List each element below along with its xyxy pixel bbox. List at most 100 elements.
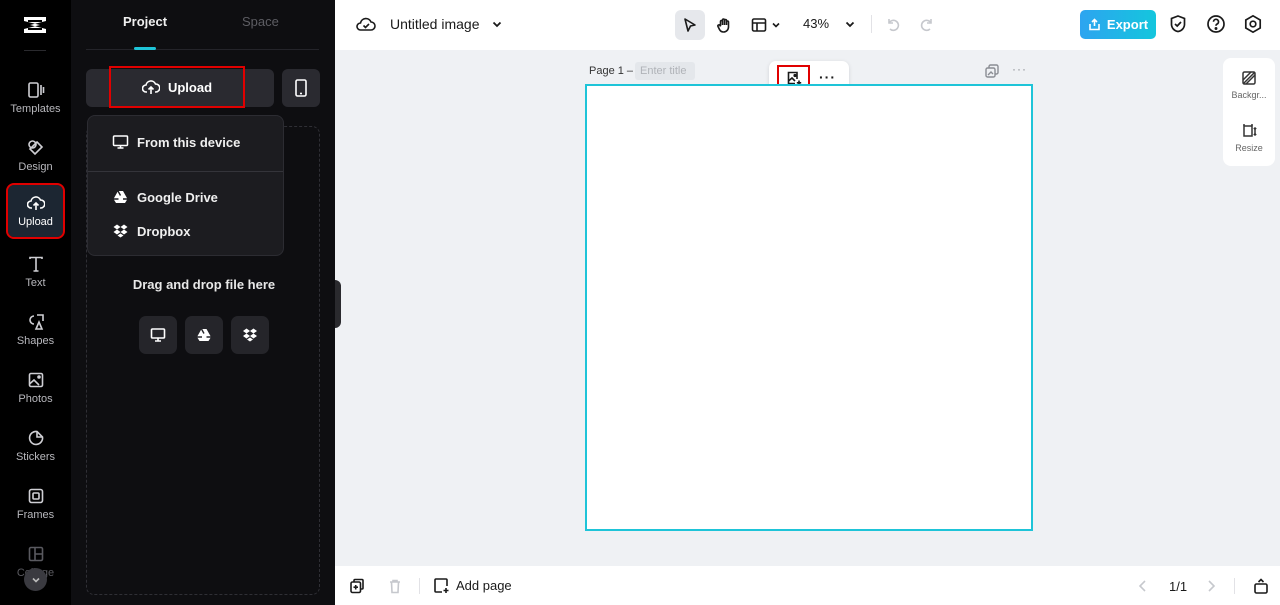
menu-item-google-drive[interactable]: Google Drive — [88, 180, 283, 214]
duplicate-page-icon[interactable] — [985, 64, 999, 78]
chevron-down-icon — [772, 22, 780, 28]
upload-from-mobile-button[interactable] — [282, 69, 320, 107]
zoom-level[interactable]: 43% — [803, 16, 829, 31]
rail-divider — [24, 50, 46, 51]
shapes-icon — [28, 314, 44, 330]
page-label: Page 1 – — [589, 65, 634, 77]
zoom-chevron-down-icon[interactable] — [844, 18, 856, 30]
delete-page-icon[interactable] — [387, 578, 403, 594]
chevron-down-icon — [31, 577, 40, 583]
rail-label: Photos — [18, 393, 53, 405]
collage-icon — [28, 546, 43, 562]
design-icon — [27, 140, 43, 156]
dropbox-source-button[interactable] — [231, 316, 269, 354]
page-more-options-button[interactable]: ··· — [1012, 62, 1027, 76]
menu-item-from-device[interactable]: From this device — [88, 125, 283, 159]
design-canvas[interactable] — [585, 84, 1033, 531]
upload-button-label: Upload — [167, 79, 213, 95]
previous-page-icon[interactable] — [1135, 578, 1151, 594]
rail-label: Templates — [10, 103, 61, 115]
menu-item-label: Dropbox — [137, 223, 191, 239]
upload-cloud-icon — [26, 196, 45, 210]
shield-check-icon[interactable] — [1168, 14, 1188, 34]
rail-item-frames[interactable]: Frames — [8, 478, 63, 530]
background-button[interactable]: Backgr... — [1223, 70, 1275, 100]
rail-item-shapes[interactable]: Shapes — [8, 304, 63, 356]
rail-item-upload[interactable]: Upload — [6, 183, 65, 239]
export-button-label: Export — [1106, 17, 1149, 32]
hand-icon — [717, 18, 730, 33]
resize-button[interactable]: Resize — [1223, 123, 1275, 153]
drop-zone-sources — [139, 316, 269, 354]
mobile-phone-icon — [295, 79, 307, 97]
rail-item-design[interactable]: Design — [8, 130, 63, 182]
stickers-icon — [28, 430, 43, 446]
left-rail: Templates Design Upload Text Shapes Phot… — [0, 0, 71, 605]
expand-pages-icon[interactable] — [1253, 578, 1269, 594]
google-drive-icon — [113, 190, 128, 203]
select-tool-button[interactable] — [675, 10, 705, 40]
add-page-button[interactable]: Add page — [433, 577, 512, 594]
layout-icon — [751, 18, 767, 32]
google-drive-source-button[interactable] — [185, 316, 223, 354]
pointer-icon — [684, 18, 696, 32]
rail-label: Stickers — [15, 451, 56, 463]
page-title-input[interactable] — [635, 62, 695, 80]
photos-icon — [28, 372, 43, 388]
bottom-toolbar: Add page 1/1 — [335, 566, 1280, 605]
upload-button[interactable]: Upload — [109, 66, 245, 108]
redo-icon[interactable] — [919, 16, 935, 32]
next-page-icon[interactable] — [1203, 578, 1219, 594]
rail-item-stickers[interactable]: Stickers — [8, 420, 63, 472]
device-source-button[interactable] — [139, 316, 177, 354]
duplicate-page-icon[interactable] — [349, 578, 365, 594]
rail-label: Design — [18, 161, 53, 173]
menu-item-dropbox[interactable]: Dropbox — [88, 214, 283, 248]
more-options-button[interactable]: ··· — [819, 69, 836, 85]
templates-icon — [27, 82, 44, 98]
text-icon — [28, 256, 43, 272]
rail-item-templates[interactable]: Templates — [8, 72, 63, 124]
upload-source-menu: From this device Google Drive Dropbox — [87, 115, 284, 256]
resize-icon — [1243, 124, 1257, 137]
undo-icon[interactable] — [885, 16, 901, 32]
background-icon — [1242, 71, 1256, 85]
menu-item-label: From this device — [137, 134, 241, 150]
app: Templates Design Upload Text Shapes Phot… — [0, 0, 1280, 605]
add-page-label: Add page — [456, 578, 512, 593]
export-icon — [1089, 18, 1100, 31]
monitor-icon — [112, 135, 129, 149]
tab-space[interactable]: Space — [242, 14, 279, 29]
layout-menu-button[interactable] — [745, 10, 787, 40]
frames-icon — [28, 488, 43, 504]
rail-expand-button[interactable] — [24, 568, 47, 591]
google-drive-icon — [197, 328, 211, 341]
export-button[interactable]: Export — [1080, 10, 1156, 39]
chevron-down-icon[interactable] — [491, 18, 503, 30]
hand-tool-button[interactable] — [709, 10, 739, 40]
rail-label: Shapes — [16, 335, 55, 347]
capcut-logo-icon[interactable] — [22, 14, 48, 36]
background-label: Backgr... — [1231, 90, 1267, 100]
add-page-icon — [434, 578, 449, 593]
cloud-saved-icon[interactable] — [356, 15, 376, 33]
tab-project[interactable]: Project — [123, 14, 167, 29]
rail-label: Upload — [18, 216, 53, 228]
upload-cloud-icon — [141, 80, 160, 94]
panel-collapse-handle[interactable] — [335, 280, 341, 328]
panel-tabs: Project Space — [86, 0, 319, 50]
upload-panel: Project Space Upload Drag and drop file … — [71, 0, 335, 605]
document-title[interactable]: Untitled image — [390, 16, 480, 32]
dropbox-icon — [113, 224, 128, 238]
settings-icon[interactable] — [1243, 14, 1263, 34]
rail-label: Frames — [16, 509, 55, 521]
top-toolbar: Untitled image 43% Export — [335, 0, 1280, 50]
right-properties-panel: Backgr... Resize — [1223, 58, 1275, 166]
menu-item-label: Google Drive — [137, 189, 218, 205]
dropbox-icon — [243, 328, 257, 342]
rail-item-text[interactable]: Text — [8, 246, 63, 298]
rail-item-photos[interactable]: Photos — [8, 362, 63, 414]
drop-zone-label: Drag and drop file here — [132, 277, 276, 292]
help-icon[interactable] — [1206, 14, 1226, 34]
bottom-divider — [419, 578, 420, 594]
